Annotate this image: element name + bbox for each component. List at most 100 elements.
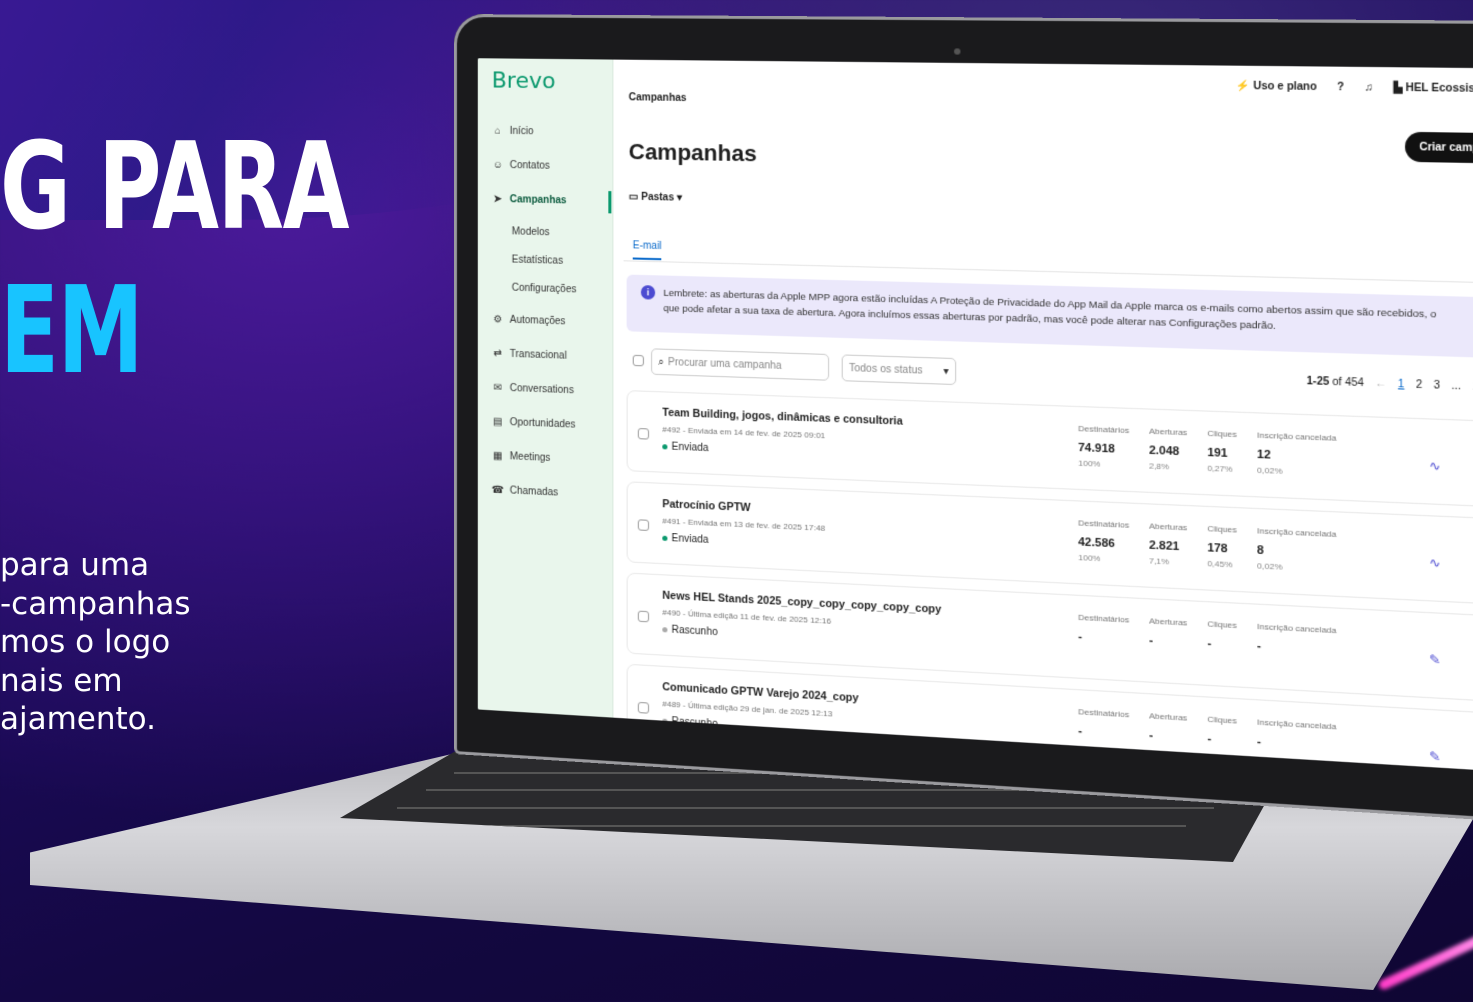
stat-value: 2.048 [1148, 444, 1180, 459]
calendar-icon: ▦ [493, 450, 503, 462]
sidebar-item-contatos[interactable]: ☺ Contatos [492, 155, 550, 176]
stat-value: - [1207, 637, 1212, 651]
sidebar-item-transacional[interactable]: ⇄ Transacional [492, 343, 567, 366]
page-link[interactable]: 2 [1416, 379, 1422, 391]
page-ellipsis: ... [1451, 380, 1462, 393]
sidebar-item-label: Meetings [509, 450, 551, 464]
chevron-down-icon: ▾ [943, 365, 949, 378]
tab-email[interactable]: E-mail [632, 240, 662, 261]
page-title: Campanhas [628, 138, 757, 167]
row-checkbox[interactable] [637, 519, 650, 531]
active-indicator [608, 191, 612, 214]
campaign-title[interactable]: Team Building, jogos, dinâmicas e consul… [662, 407, 902, 428]
stat-percent: 7,1% [1148, 556, 1170, 567]
deals-icon: ▤ [493, 415, 503, 428]
sidebar-item-label: Conversations [509, 382, 574, 396]
stat-percent: 100% [1078, 458, 1101, 469]
stat-header: Destinatários [1078, 518, 1130, 530]
activity-icon[interactable]: ∿ [1429, 458, 1441, 474]
sidebar-item-automacoes[interactable]: ⚙ Automações [492, 309, 566, 331]
stat-value: - [1078, 724, 1083, 738]
stat-header: Aberturas [1148, 616, 1188, 628]
activity-icon[interactable]: ∿ [1429, 555, 1441, 571]
sidebar-item-label: Estatísticas [511, 253, 563, 267]
status-filter-select[interactable]: Todos os status ▾ [841, 354, 957, 386]
status-badge: Rascunho [662, 624, 718, 639]
home-icon: ⌂ [494, 125, 501, 137]
stat-header: Cliques [1207, 523, 1237, 535]
stat-header: Aberturas [1148, 521, 1188, 533]
camera-icon [954, 48, 961, 55]
stat-value: - [1257, 639, 1262, 653]
row-checkbox[interactable] [637, 701, 650, 714]
campaign-meta: #491 - Enviada em 13 de fev. de 2025 17:… [662, 516, 826, 533]
status-badge: Enviada [662, 533, 709, 546]
select-all-checkbox[interactable] [632, 354, 644, 367]
stat-header: Inscrição cancelada [1257, 526, 1337, 540]
sidebar-item-label: Automações [509, 314, 566, 327]
activity-icon: ⚡ [1236, 80, 1251, 93]
stat-header: Destinatários [1078, 612, 1130, 625]
edit-icon[interactable]: ✎ [1429, 652, 1441, 668]
sidebar-item-conversations[interactable]: ✉ Conversations [492, 377, 574, 400]
sidebar-item-modelos[interactable]: Modelos [512, 221, 550, 242]
stat-header: Inscrição cancelada [1257, 621, 1337, 636]
sidebar-item-estatisticas[interactable]: Estatísticas [512, 249, 563, 270]
campaign-title[interactable]: Patrocínio GPTW [662, 498, 750, 514]
notification-icon[interactable]: ♫ [1365, 82, 1374, 94]
sidebar-item-label: Modelos [511, 225, 550, 238]
brand-logo[interactable]: Brevo [492, 68, 556, 94]
folders-label: Pastas [641, 191, 675, 204]
row-checkbox[interactable] [637, 428, 650, 440]
help-icon[interactable]: ? [1337, 82, 1344, 94]
stat-value: 8 [1257, 544, 1264, 558]
sidebar-item-inicio[interactable]: ⌂ Início [492, 121, 534, 142]
sidebar-item-oportunidades[interactable]: ▤ Oportunidades [492, 411, 576, 434]
stat-value: - [1207, 732, 1212, 746]
row-checkbox[interactable] [637, 610, 650, 623]
breadcrumb: Campanhas [628, 92, 687, 105]
stat-value: - [1148, 729, 1154, 742]
phone-icon: ☎ [491, 484, 504, 496]
sidebar-item-configuracoes[interactable]: Configurações [512, 278, 577, 300]
sidebar-item-label: Transacional [509, 348, 567, 362]
search-placeholder: Procurar uma campanha [668, 356, 782, 372]
transactional-icon: ⇄ [493, 347, 502, 360]
account-label: HEL Ecossistema [1405, 82, 1473, 96]
stat-header: Cliques [1207, 619, 1237, 631]
stat-value: - [1078, 630, 1083, 644]
building-icon: ▙ [1393, 82, 1403, 95]
campaign-meta: #492 - Enviada em 14 de fev. de 2025 09:… [662, 424, 826, 441]
folders-dropdown[interactable]: ▭ Pastas ▾ [629, 191, 682, 203]
page-total: of 454 [1332, 376, 1364, 390]
prev-page-icon[interactable]: ← [1375, 378, 1386, 390]
page-link[interactable]: 3 [1434, 380, 1440, 392]
search-input[interactable]: ⌕ Procurar uma campanha [651, 348, 830, 381]
stat-value: 191 [1207, 446, 1228, 461]
sidebar-item-chamadas[interactable]: ☎ Chamadas [491, 480, 559, 503]
automation-icon: ⚙ [493, 313, 503, 325]
search-icon: ⌕ [658, 356, 664, 368]
status-label: Rascunho [671, 624, 718, 639]
campaign-meta: #489 - Última edição 29 de jan. de 2025 … [662, 699, 833, 719]
contacts-icon: ☺ [492, 159, 503, 171]
edit-icon[interactable]: ✎ [1429, 749, 1441, 765]
create-campaign-button[interactable]: Criar campanha [1405, 131, 1473, 164]
page-link[interactable]: 1 [1398, 379, 1404, 391]
stat-header: Destinatários [1078, 706, 1130, 720]
info-icon: i [640, 285, 656, 300]
topbar-actions: ⚡ Uso e plano ? ♫ ▙ HEL Ecossistema ▾ [1236, 81, 1473, 96]
stat-header: Aberturas [1148, 426, 1188, 438]
page-range: 1-25 [1306, 375, 1330, 389]
sidebar-item-campanhas[interactable]: ➤ Campanhas [492, 189, 567, 211]
sidebar-item-label: Campanhas [509, 193, 567, 206]
status-label: Rascunho [671, 716, 718, 731]
pagination: 1-25 of 454 ← 1 2 3 ... 19 → [1307, 376, 1473, 394]
sidebar-item-meetings[interactable]: ▦ Meetings [492, 446, 551, 468]
folder-icon: ▭ [628, 191, 639, 203]
status-label: Enviada [671, 441, 709, 455]
usage-plan-link[interactable]: ⚡ Uso e plano [1236, 81, 1317, 94]
status-filter-value: Todos os status [849, 362, 923, 377]
banner-text: Lembrete: as aberturas da Apple MPP agor… [663, 287, 1437, 333]
account-menu[interactable]: ▙ HEL Ecossistema ▾ [1394, 82, 1473, 95]
